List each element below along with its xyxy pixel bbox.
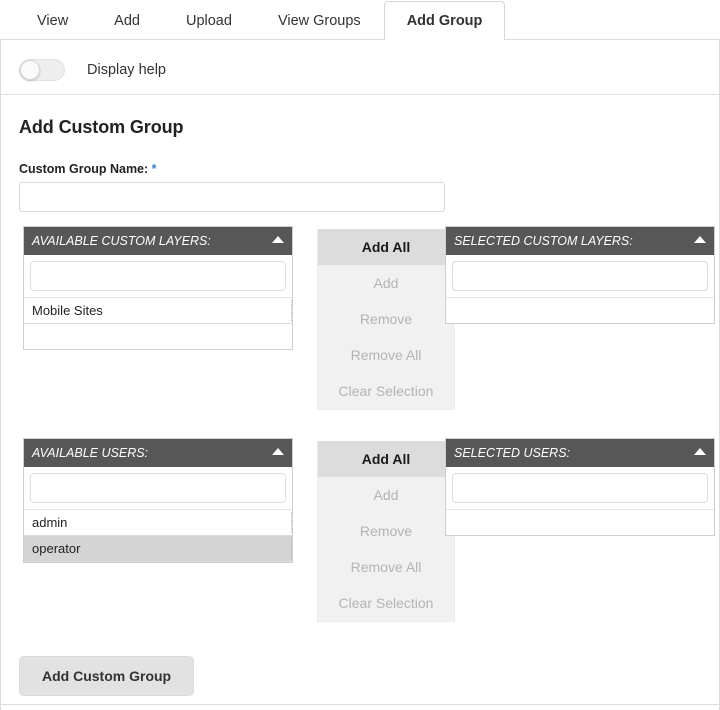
users-transfer-buttons: Add All Add Remove Remove All Clear Sele… <box>317 441 455 622</box>
collapse-caret-up-icon[interactable] <box>272 236 284 243</box>
available-users-header[interactable]: AVAILABLE USERS: <box>24 439 292 467</box>
selected-users-panel: SELECTED USERS: <box>445 438 715 536</box>
list-item[interactable]: operator <box>24 536 292 562</box>
display-help-label: Display help <box>87 62 166 78</box>
available-custom-layers-title: AVAILABLE CUSTOM LAYERS: <box>32 234 211 248</box>
custom-group-name-input[interactable] <box>19 182 445 212</box>
remove-button[interactable]: Remove <box>318 301 454 337</box>
available-users-title: AVAILABLE USERS: <box>32 446 149 460</box>
display-help-toggle[interactable] <box>19 59 65 81</box>
tab-view-groups[interactable]: View Groups <box>255 1 384 40</box>
selected-custom-layers-header[interactable]: SELECTED CUSTOM LAYERS: <box>446 227 714 255</box>
selected-users-header[interactable]: SELECTED USERS: <box>446 439 714 467</box>
available-custom-layers-list[interactable]: Mobile Sites <box>24 297 292 349</box>
selected-custom-layers-list[interactable] <box>446 297 714 323</box>
add-button[interactable]: Add <box>318 265 454 301</box>
selected-users-list[interactable] <box>446 509 714 535</box>
remove-all-button[interactable]: Remove All <box>318 549 454 585</box>
custom-group-name-label-text: Custom Group Name: <box>19 162 149 176</box>
add-all-button[interactable]: Add All <box>318 441 454 477</box>
available-custom-layers-panel: AVAILABLE CUSTOM LAYERS: Mobile Sites <box>23 226 293 350</box>
available-users-list[interactable]: admin operator <box>24 509 292 562</box>
list-item[interactable]: admin <box>24 510 292 536</box>
available-users-filter-input[interactable] <box>30 473 286 503</box>
available-users-panel: AVAILABLE USERS: admin operator <box>23 438 293 563</box>
available-users-body <box>24 467 292 509</box>
custom-layers-picklist: AVAILABLE CUSTOM LAYERS: Mobile Sites Ad… <box>19 226 715 424</box>
users-picklist: AVAILABLE USERS: admin operator Add All … <box>19 438 715 636</box>
selected-users-title: SELECTED USERS: <box>454 446 571 460</box>
submit-row: Add Custom Group <box>19 656 701 696</box>
toggle-knob-icon <box>20 60 40 80</box>
remove-all-button[interactable]: Remove All <box>318 337 454 373</box>
header-divider <box>1 94 719 95</box>
tab-add[interactable]: Add <box>91 1 163 40</box>
collapse-caret-up-icon[interactable] <box>694 236 706 243</box>
tab-upload[interactable]: Upload <box>163 1 255 40</box>
selected-custom-layers-body <box>446 255 714 297</box>
selected-custom-layers-title: SELECTED CUSTOM LAYERS: <box>454 234 633 248</box>
selected-custom-layers-panel: SELECTED CUSTOM LAYERS: <box>445 226 715 324</box>
selected-users-body <box>446 467 714 509</box>
tab-add-group[interactable]: Add Group <box>383 1 506 41</box>
collapse-caret-up-icon[interactable] <box>694 448 706 455</box>
custom-layers-transfer-buttons: Add All Add Remove Remove All Clear Sele… <box>317 229 455 410</box>
collapse-caret-up-icon[interactable] <box>272 448 284 455</box>
add-custom-group-button[interactable]: Add Custom Group <box>19 656 195 696</box>
custom-group-name-label: Custom Group Name: * <box>19 162 701 176</box>
clear-selection-button[interactable]: Clear Selection <box>318 585 454 621</box>
tab-bar: View Add Upload View Groups Add Group <box>0 0 720 41</box>
available-custom-layers-filter-input[interactable] <box>30 261 286 291</box>
selected-custom-layers-filter-input[interactable] <box>452 261 708 291</box>
add-button[interactable]: Add <box>318 477 454 513</box>
add-all-button[interactable]: Add All <box>318 229 454 265</box>
remove-button[interactable]: Remove <box>318 513 454 549</box>
tab-view[interactable]: View <box>14 1 91 40</box>
selected-users-filter-input[interactable] <box>452 473 708 503</box>
clear-selection-button[interactable]: Clear Selection <box>318 373 454 409</box>
list-item[interactable]: Mobile Sites <box>24 298 292 324</box>
available-custom-layers-body <box>24 255 292 297</box>
required-asterisk-icon: * <box>151 162 157 176</box>
available-custom-layers-header[interactable]: AVAILABLE CUSTOM LAYERS: <box>24 227 292 255</box>
content-panel: Display help Add Custom Group Custom Gro… <box>0 40 720 710</box>
page-title: Add Custom Group <box>19 117 184 137</box>
display-help-row: Display help <box>19 40 701 94</box>
